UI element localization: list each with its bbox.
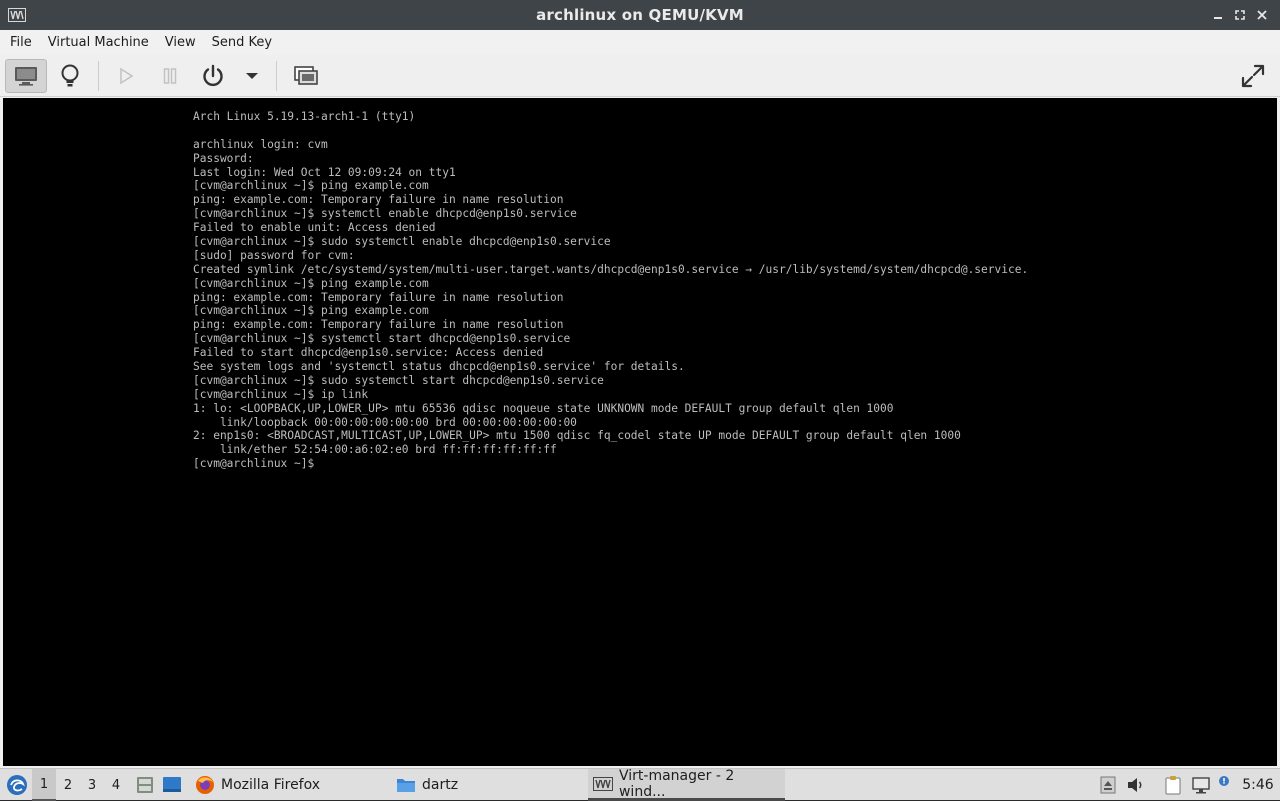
tray-network-button[interactable] <box>1190 769 1212 801</box>
minimize-icon <box>1214 17 1222 19</box>
snapshots-icon <box>294 66 318 85</box>
terminal-line: link/ether 52:54:00:a6:02:e0 brd ff:ff:f… <box>193 443 557 457</box>
terminal-line: [cvm@archlinux ~]$ systemctl enable dhcp… <box>193 207 577 221</box>
close-icon <box>1257 10 1267 20</box>
menu-view[interactable]: View <box>157 30 204 55</box>
toolbar <box>0 55 1280 97</box>
task-label: Mozilla Firefox <box>221 777 321 793</box>
power-icon <box>203 64 223 87</box>
pause-button[interactable] <box>154 59 186 93</box>
task-label: Virt-manager - 2 wind... <box>618 767 735 800</box>
task-virt-manager[interactable]: Virt-manager - 2 wind... <box>588 767 785 801</box>
shutdown-button[interactable] <box>196 59 230 93</box>
play-icon <box>120 67 134 85</box>
window-title: archlinux on QEMU/KVM <box>536 6 744 24</box>
title-bar[interactable]: archlinux on QEMU/KVM <box>0 0 1280 30</box>
toolbar-separator <box>276 61 277 91</box>
menu-virtual-machine[interactable]: Virtual Machine <box>40 30 157 55</box>
task-label: dartz <box>422 777 459 793</box>
virt-manager-icon <box>8 8 26 22</box>
terminal-line: ping: example.com: Temporary failure in … <box>193 318 564 332</box>
tray-clipboard-button[interactable] <box>1162 769 1184 801</box>
maximize-button[interactable] <box>1232 6 1248 24</box>
desktop-icon <box>163 777 181 792</box>
terminal-line: [cvm@archlinux ~]$ <box>193 457 315 471</box>
terminal-line: [cvm@archlinux ~]$ sudo systemctl start … <box>193 373 604 387</box>
terminal-line: [sudo] password for cvm: <box>193 248 355 262</box>
terminal-line: Failed to enable unit: Access denied <box>193 221 436 235</box>
start-menu-button[interactable] <box>2 769 32 801</box>
workspace-switcher: 1 2 3 4 <box>32 769 128 801</box>
terminal-output: Arch Linux 5.19.13-arch1-1 (tty1) archlin… <box>193 110 1028 471</box>
show-console-button[interactable] <box>5 59 47 93</box>
terminal-line: See system logs and 'systemctl status dh… <box>193 360 685 374</box>
close-button[interactable] <box>1254 6 1270 24</box>
terminal-line: [cvm@archlinux ~]$ systemctl start dhcpc… <box>193 332 571 346</box>
clipboard-icon <box>1165 776 1181 795</box>
minimize-button[interactable] <box>1210 6 1226 24</box>
vm-console[interactable]: Arch Linux 5.19.13-arch1-1 (tty1) archlin… <box>3 98 1277 766</box>
run-button[interactable] <box>110 59 142 93</box>
fullscreen-button[interactable] <box>1234 59 1272 93</box>
terminal-line: archlinux login: cvm <box>193 137 328 151</box>
terminal-line: link/loopback 00:00:00:00:00:00 brd 00:0… <box>193 415 577 429</box>
menu-file[interactable]: File <box>2 30 40 55</box>
folder-icon <box>397 779 415 792</box>
terminal-line: [cvm@archlinux ~]$ ping example.com <box>193 304 429 318</box>
terminal-line: ping: example.com: Temporary failure in … <box>193 193 564 207</box>
file-cabinet-icon <box>137 777 153 793</box>
terminal-line: Password: <box>193 151 254 165</box>
maximize-icon <box>1235 10 1245 20</box>
volume-icon <box>1128 778 1142 792</box>
toolbar-separator <box>98 61 99 91</box>
workspace-3[interactable]: 3 <box>80 769 104 801</box>
terminal-line: [cvm@archlinux ~]$ ip link <box>193 387 369 401</box>
vm-window: archlinux on QEMU/KVM File Virtual Machi… <box>0 0 1280 768</box>
menu-bar: File Virtual Machine View Send Key <box>0 30 1280 55</box>
firefox-icon <box>196 776 214 794</box>
workspace-1[interactable]: 1 <box>32 769 56 801</box>
shutdown-menu-button[interactable] <box>240 59 264 93</box>
terminal-line: 2: enp1s0: <BROADCAST,MULTICAST,UP,LOWER… <box>193 429 961 443</box>
terminal-line: Arch Linux 5.19.13-arch1-1 (tty1) <box>193 110 416 123</box>
menu-send-key[interactable]: Send Key <box>204 30 280 55</box>
terminal-line: [cvm@archlinux ~]$ ping example.com <box>193 179 429 193</box>
network-icon <box>1192 777 1210 794</box>
lxqt-logo-icon <box>7 775 27 795</box>
pause-icon <box>163 68 177 84</box>
tray-notification-button[interactable] <box>1214 769 1234 801</box>
tray-eject-button[interactable] <box>1098 769 1118 801</box>
terminal-line: [cvm@archlinux ~]$ sudo systemctl enable… <box>193 235 611 249</box>
clock[interactable]: 5:46 <box>1240 769 1276 801</box>
eject-icon <box>1100 776 1116 794</box>
terminal-line: Created symlink /etc/systemd/system/mult… <box>193 262 1029 276</box>
show-details-button[interactable] <box>52 59 88 93</box>
workspace-4[interactable]: 4 <box>104 769 128 801</box>
window-controls <box>1210 6 1270 24</box>
terminal-line: ping: example.com: Temporary failure in … <box>193 290 564 304</box>
chevron-down-icon <box>246 73 258 79</box>
terminal-line: Failed to start dhcpcd@enp1s0.service: A… <box>193 346 544 360</box>
task-firefox[interactable]: Mozilla Firefox <box>192 769 388 801</box>
task-dartz[interactable]: dartz <box>394 769 584 801</box>
fullscreen-icon <box>1241 64 1265 88</box>
quicklaunch-files-button[interactable] <box>134 769 156 801</box>
lightbulb-icon <box>61 64 79 87</box>
workspace-2[interactable]: 2 <box>56 769 80 801</box>
console-icon <box>15 67 37 86</box>
terminal-line: 1: lo: <LOOPBACK,UP,LOWER_UP> mtu 65536 … <box>193 401 894 415</box>
tray-volume-button[interactable] <box>1126 769 1146 801</box>
taskbar: 1 2 3 4 Mozilla Firefox dartz Virt-manag… <box>0 767 1280 801</box>
terminal-line: [cvm@archlinux ~]$ ping example.com <box>193 276 429 290</box>
notification-icon <box>1219 776 1229 786</box>
quicklaunch-desktop-button[interactable] <box>161 769 183 801</box>
virt-manager-icon <box>593 776 613 791</box>
snapshots-button[interactable] <box>288 59 324 93</box>
terminal-line: Last login: Wed Oct 12 09:09:24 on tty1 <box>193 165 456 179</box>
